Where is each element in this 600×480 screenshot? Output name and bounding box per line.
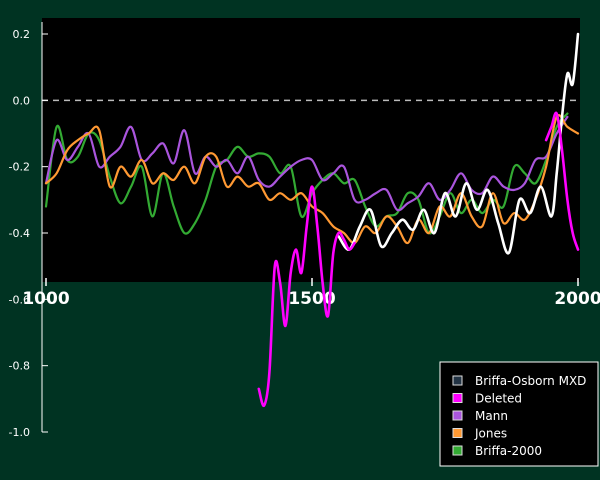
y-tick-label: -0.2 bbox=[9, 161, 30, 174]
legend-swatch bbox=[452, 375, 463, 386]
y-tick-label: -1.0 bbox=[9, 426, 30, 439]
legend-swatch bbox=[452, 393, 463, 403]
plot-panel bbox=[42, 18, 580, 282]
y-tick-label: 0.0 bbox=[13, 94, 31, 107]
legend-swatch bbox=[452, 410, 463, 421]
legend-label: Jones bbox=[474, 427, 507, 441]
legend-swatch bbox=[452, 445, 463, 456]
legend-label: Briffa-Osborn MXD bbox=[475, 374, 586, 388]
legend-label: Mann bbox=[475, 409, 508, 423]
y-tick-label: 0.2 bbox=[13, 28, 31, 41]
y-tick-label: -0.8 bbox=[9, 360, 30, 373]
legend-label: Deleted bbox=[475, 392, 522, 406]
legend-label: Briffa-2000 bbox=[475, 444, 542, 458]
legend: Briffa-Osborn MXD Deleted Mann Jones Briffa-… bbox=[439, 361, 599, 467]
chart-canvas: 0.20.0-0.2-0.4-0.6-0.8-1.0 1000 1500 2000 … bbox=[0, 0, 600, 480]
y-tick-label: -0.4 bbox=[9, 227, 30, 240]
x-tick-label: 2000 bbox=[554, 289, 600, 309]
legend-swatch bbox=[452, 428, 463, 438]
x-tick-label: 1000 bbox=[22, 289, 69, 309]
